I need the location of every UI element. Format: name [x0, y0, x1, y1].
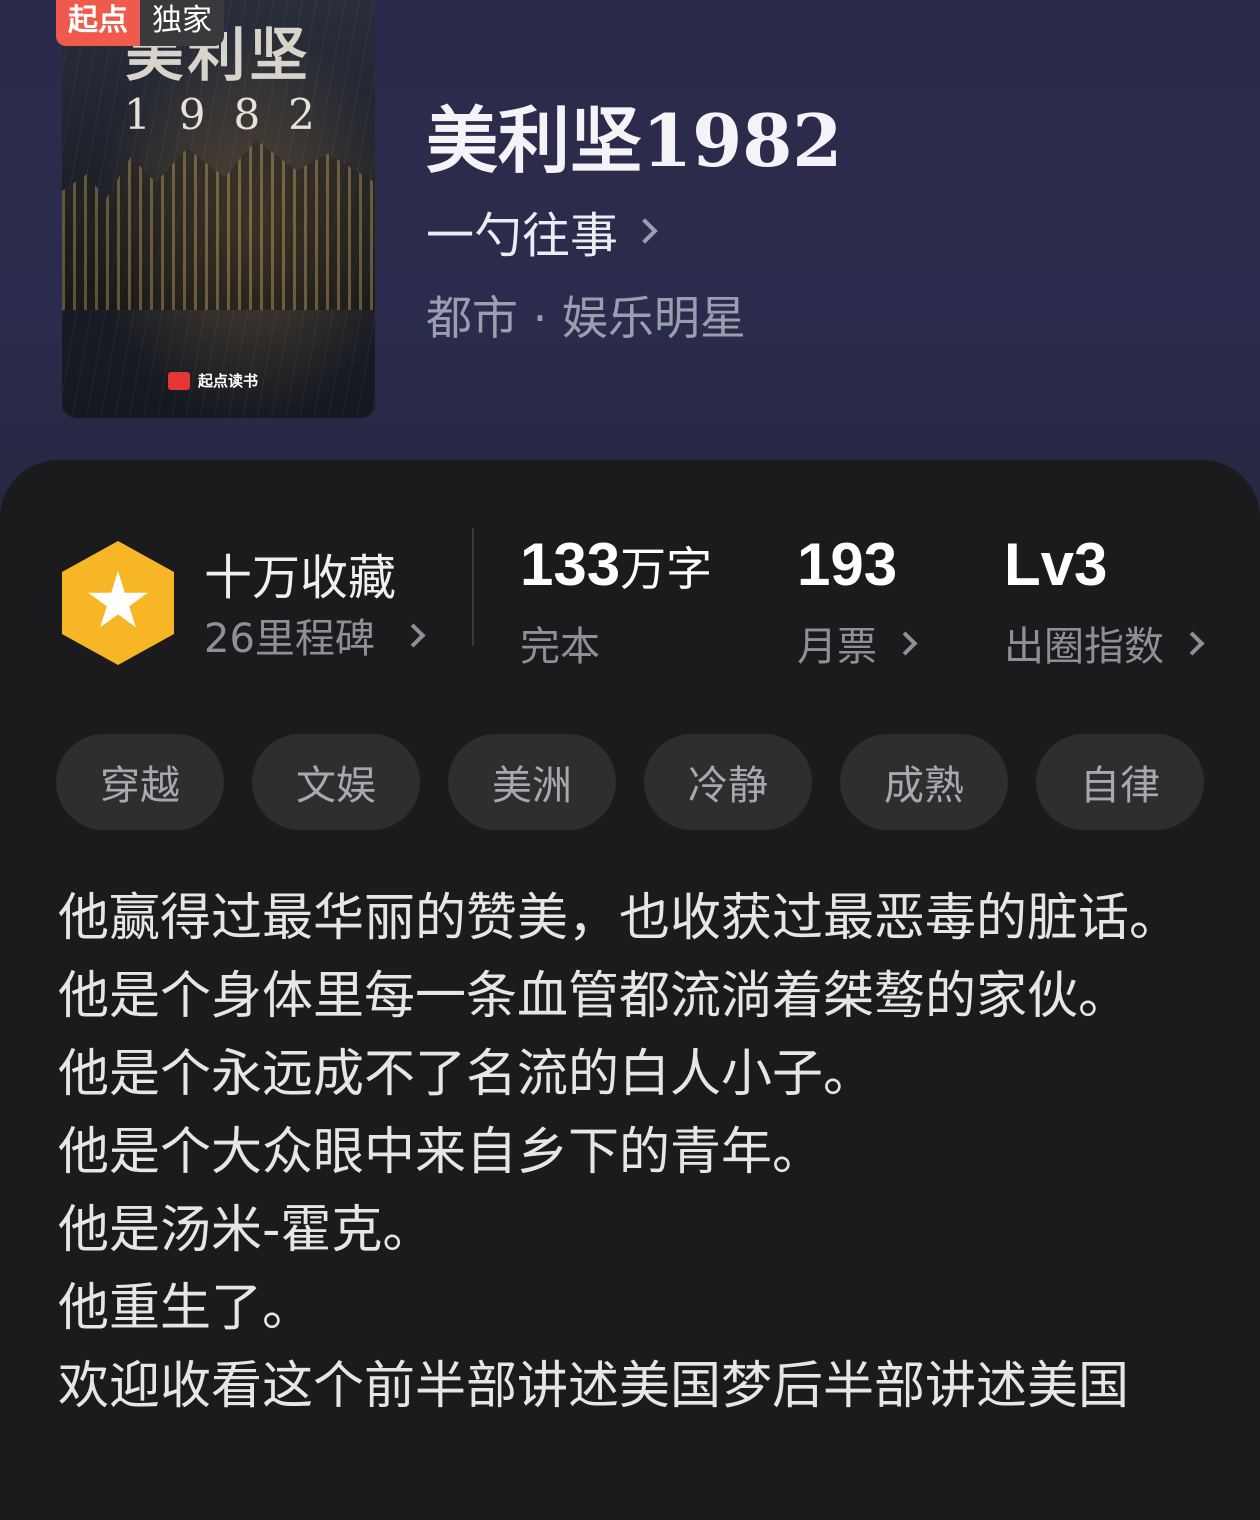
- badge-exclusive: 独家: [140, 0, 224, 46]
- description-line: 他是汤米-霍克。: [58, 1201, 434, 1260]
- book-status-label: 完本: [520, 624, 600, 670]
- tag-chip[interactable]: 美洲: [448, 734, 616, 830]
- book-status: 完本: [520, 614, 600, 672]
- level-link[interactable]: 出圈指数: [1004, 614, 1205, 672]
- description-line: 他是个永远成不了名流的白人小子。: [58, 1045, 875, 1104]
- milestones-label: 26里程碑: [204, 616, 375, 662]
- tag-chip[interactable]: 冷静: [644, 734, 812, 830]
- description-line: 他重生了。: [58, 1279, 314, 1338]
- tag-chip[interactable]: 成熟: [840, 734, 1008, 830]
- author-name: 一勺往事: [426, 208, 619, 264]
- tag-chip[interactable]: 穿越: [56, 734, 224, 830]
- monthly-votes-label: 月票: [797, 624, 877, 670]
- description-line: 他赢得过最华丽的赞美，也收获过最恶毒的脏话。: [58, 889, 1181, 948]
- cover-publisher-label: 起点读书: [198, 372, 259, 390]
- book-cover[interactable]: 美利坚 1982 起点读书: [62, 0, 375, 418]
- description-line: 他是个身体里每一条血管都流淌着桀骜的家伙。: [58, 967, 1130, 1026]
- tag-chip[interactable]: 文娱: [252, 734, 420, 830]
- chevron-right-icon: [1180, 630, 1205, 656]
- chevron-right-icon: [401, 622, 426, 648]
- badge-brand: 起点: [56, 0, 140, 46]
- description-line: 欢迎收看这个前半部讲述美国梦后半部讲述美国: [58, 1357, 1130, 1416]
- description-line: 他是个大众眼中来自乡下的青年。: [58, 1123, 824, 1182]
- chevron-right-icon: [893, 630, 918, 656]
- level-label: 出圈指数: [1004, 624, 1164, 670]
- tag-chip[interactable]: 自律: [1036, 734, 1204, 830]
- level-value[interactable]: Lv3: [1004, 530, 1107, 599]
- monthly-votes-link[interactable]: 月票: [797, 614, 918, 672]
- book-title: 美利坚1982: [426, 98, 843, 183]
- cover-art-year: 1982: [124, 90, 343, 139]
- favorites-title[interactable]: 十万收藏: [204, 538, 396, 608]
- qidian-logo-icon: [168, 371, 190, 390]
- book-genre[interactable]: 都市 · 娱乐明星: [426, 282, 746, 348]
- stats-divider: [472, 528, 474, 646]
- word-count-unit: 万字: [620, 543, 713, 595]
- book-description[interactable]: 他赢得过最华丽的赞美，也收获过最恶毒的脏话。 他是个身体里每一条血管都流淌着桀骜…: [58, 880, 1208, 1426]
- cover-publisher: 起点读书: [168, 370, 258, 391]
- author-link[interactable]: 一勺往事: [426, 196, 658, 266]
- tag-list: 穿越 文娱 美洲 冷静 成熟 自律: [56, 734, 1204, 830]
- word-count: 133万字: [520, 530, 712, 599]
- star-icon: [88, 571, 148, 628]
- monthly-votes-count[interactable]: 193: [797, 530, 897, 599]
- word-count-number: 133: [520, 531, 621, 598]
- book-header: 美利坚 1982 起点读书 起点 独家 美利坚1982 一勺往事 都市 · 娱乐…: [0, 0, 1260, 520]
- chevron-right-icon: [632, 218, 658, 244]
- exclusive-badge: 起点 独家: [56, 0, 224, 46]
- milestones-link[interactable]: 26里程碑: [204, 606, 426, 664]
